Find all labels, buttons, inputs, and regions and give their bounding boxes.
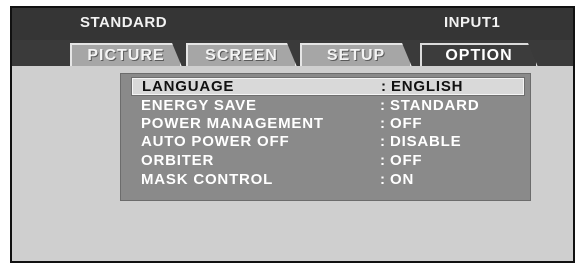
tab-picture-label: PICTURE (87, 47, 165, 64)
menu-item-mask-control[interactable]: MASK CONTROL : ON (132, 171, 524, 188)
menu-item-label: ENERGY SAVE (141, 97, 257, 114)
menu-item-value: ON (390, 171, 415, 188)
status-bar: STANDARD INPUT1 (12, 8, 573, 40)
tab-picture[interactable]: PICTURE (70, 43, 182, 67)
tab-screen[interactable]: SCREEN (186, 43, 297, 67)
menu-item-separator: : (380, 97, 386, 114)
tab-option[interactable]: OPTION (420, 43, 538, 67)
menu-item-auto-power-off[interactable]: AUTO POWER OFF : DISABLE (132, 133, 524, 150)
menu-item-value: OFF (390, 115, 423, 132)
menu-item-separator: : (381, 78, 387, 95)
menu-item-separator: : (380, 115, 386, 132)
menu-item-label: MASK CONTROL (141, 171, 274, 188)
menu-item-separator: : (380, 171, 386, 188)
option-menu-list: LANGUAGE : ENGLISH ENERGY SAVE : STANDAR… (120, 73, 531, 201)
menu-item-language[interactable]: LANGUAGE : ENGLISH (132, 78, 524, 95)
menu-item-value: STANDARD (390, 97, 480, 114)
picture-mode-label: STANDARD (80, 14, 168, 31)
menu-item-label: POWER MANAGEMENT (141, 115, 324, 132)
tab-screen-label: SCREEN (205, 47, 278, 64)
tab-option-label: OPTION (445, 47, 513, 64)
menu-item-value: DISABLE (390, 133, 462, 150)
osd-menu-window: STANDARD INPUT1 PICTURE SCREEN SETUP OPT… (10, 6, 575, 263)
menu-item-label: ORBITER (141, 152, 215, 169)
tab-setup[interactable]: SETUP (300, 43, 412, 67)
menu-item-value: OFF (390, 152, 423, 169)
menu-item-power-management[interactable]: POWER MANAGEMENT : OFF (132, 115, 524, 132)
menu-item-label: LANGUAGE (142, 78, 235, 95)
menu-item-energy-save[interactable]: ENERGY SAVE : STANDARD (132, 97, 524, 114)
option-panel: LANGUAGE : ENGLISH ENERGY SAVE : STANDAR… (12, 66, 573, 261)
menu-item-separator: : (380, 133, 386, 150)
menu-item-label: AUTO POWER OFF (141, 133, 290, 150)
input-source-label: INPUT1 (444, 14, 501, 31)
menu-item-orbiter[interactable]: ORBITER : OFF (132, 152, 524, 169)
menu-item-value: ENGLISH (391, 78, 464, 95)
tab-setup-label: SETUP (326, 47, 386, 64)
menu-item-separator: : (380, 152, 386, 169)
